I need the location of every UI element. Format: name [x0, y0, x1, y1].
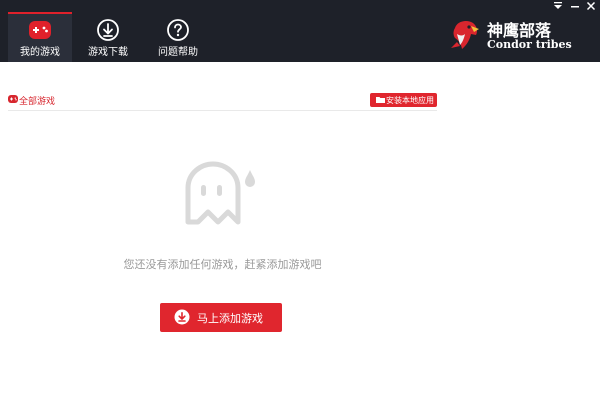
- add-game-now-label: 马上添加游戏: [197, 312, 263, 325]
- install-local-app-button[interactable]: 安装本地应用: [370, 93, 437, 107]
- brand-logo: 神鹰部落 Condor tribes: [447, 16, 572, 56]
- ghost-icon: [185, 161, 255, 225]
- install-local-app-label: 安装本地应用: [386, 96, 434, 105]
- minimize-icon[interactable]: [568, 1, 582, 11]
- nav-tab-my-games-label: 我的游戏: [20, 47, 60, 58]
- empty-state-message: 您还没有添加任何游戏，赶紧添加游戏吧: [123, 258, 322, 271]
- folder-icon: [376, 97, 385, 103]
- gamepad-small-icon: [8, 95, 18, 103]
- game-filter-bar: 全部游戏 安装本地应用: [8, 91, 437, 111]
- close-icon[interactable]: [584, 1, 598, 11]
- nav-tab-game-download[interactable]: 游戏下载: [76, 12, 140, 62]
- gamepad-icon: [29, 21, 51, 39]
- nav-tab-help[interactable]: 问题帮助: [146, 12, 210, 62]
- nav-tab-game-download-label: 游戏下载: [88, 47, 128, 58]
- eagle-logo-icon: [451, 20, 479, 49]
- add-game-now-button[interactable]: 马上添加游戏: [160, 303, 282, 332]
- download-icon: [174, 309, 190, 325]
- all-games-filter[interactable]: 全部游戏: [19, 94, 55, 107]
- brand-name-en: Condor tribes: [487, 38, 572, 51]
- nav-tab-help-label: 问题帮助: [158, 47, 198, 58]
- help-circle-icon: [167, 19, 189, 41]
- top-nav-bar: 我的游戏 游戏下载 问题帮助 神鹰部落 Condor tribes: [0, 0, 600, 62]
- download-circle-icon: [97, 19, 119, 41]
- nav-tab-my-games[interactable]: 我的游戏: [8, 12, 72, 62]
- dropdown-menu-icon[interactable]: [551, 1, 565, 11]
